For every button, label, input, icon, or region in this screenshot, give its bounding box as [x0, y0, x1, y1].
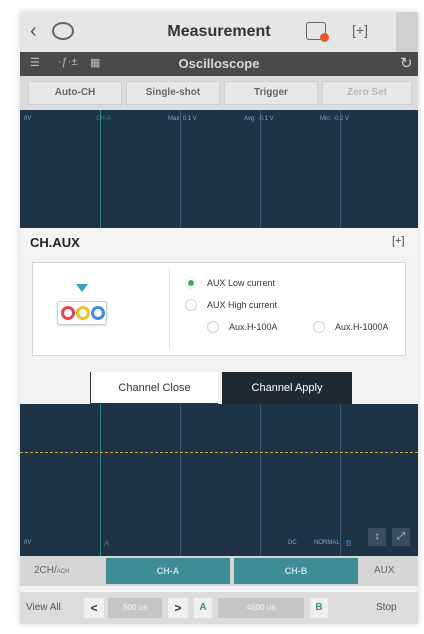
control-bar: View All < 500 us > A 4600 us B Stop: [20, 592, 418, 624]
two-channel-sub: ACH: [56, 569, 70, 575]
marker-a-line: [100, 110, 101, 228]
vci-status-icon[interactable]: [306, 22, 329, 42]
marker-b-button[interactable]: B: [310, 598, 328, 618]
scope-display-bottom: 0V A DC NORMAL B: [20, 404, 418, 556]
two-channel-main: 2CH/: [34, 565, 57, 576]
position-value: 4600 us: [218, 598, 304, 618]
panel-divider: [169, 269, 170, 349]
tab-ch-a[interactable]: CH-A: [106, 558, 230, 584]
mode-bar: Auto-CH Single-shot Trigger Zero Set: [20, 76, 418, 110]
max-readout: Max: 0.1 V: [168, 116, 197, 122]
single-shot-button[interactable]: Single-shot: [126, 81, 220, 105]
aux-low-radio[interactable]: [185, 277, 197, 289]
grid-line: [260, 404, 261, 556]
marker-a-button[interactable]: A: [194, 598, 212, 618]
red-jack-icon: [61, 306, 75, 320]
toolbar-title: Oscilloscope: [178, 56, 260, 71]
grid-line: [260, 110, 261, 228]
fullscreen-icon[interactable]: [+]: [392, 235, 405, 247]
aux-h100-radio[interactable]: [207, 321, 219, 333]
more-icon[interactable]: [396, 12, 418, 52]
grid-line: [180, 110, 181, 228]
grid-line: [340, 404, 341, 556]
min-readout: Min: -0.2 V: [320, 116, 350, 122]
selected-indicator-icon: [76, 284, 88, 292]
avg-readout: Avg: -0.1 V: [244, 116, 274, 122]
aux-low-label[interactable]: AUX Low current: [207, 278, 275, 288]
grid-line: [340, 110, 341, 228]
fullscreen-icon[interactable]: [+]: [352, 22, 368, 38]
coupling-label[interactable]: DC: [288, 540, 297, 546]
channel-bar: 2CH/ACH CH-A CH-B AUX: [20, 556, 418, 586]
vci-status-dot: [320, 33, 329, 42]
marker-b-label[interactable]: B: [346, 539, 351, 548]
dialog-title: CH.AUX: [30, 235, 80, 250]
aux-h1000-radio[interactable]: [313, 321, 325, 333]
channel-dialog-header: CH.AUX [+]: [20, 228, 418, 256]
tab-ch-b[interactable]: CH-B: [234, 558, 358, 584]
channel-label: CH-A: [96, 116, 111, 122]
next-timebase-button[interactable]: >: [168, 598, 188, 618]
aux-options-panel: AUX Low current AUX High current Aux.H-1…: [32, 262, 406, 356]
channel-apply-button[interactable]: Channel Apply: [222, 372, 352, 404]
marker-a-line: [100, 404, 101, 556]
timebase-value: 500 us: [108, 598, 162, 618]
scope-display-top: 0V CH-A Max: 0.1 V Avg: -0.1 V Min: -0.2…: [20, 110, 418, 228]
view-all-button[interactable]: View All: [26, 602, 61, 613]
stop-button[interactable]: Stop: [376, 602, 397, 613]
app-window: ‹ Measurement [+] ☰ ·ƒ·± ▦ Oscilloscope …: [20, 12, 418, 624]
scope-toolbar: ☰ ·ƒ·± ▦ Oscilloscope ↻: [20, 52, 418, 76]
probe-connector-icon: [57, 301, 107, 325]
aux-h1000-label[interactable]: Aux.H-1000A: [335, 322, 389, 332]
aux-tab[interactable]: AUX: [374, 565, 395, 576]
grid-line: [180, 404, 181, 556]
vertical-scale-icon[interactable]: ↕: [368, 528, 386, 546]
signal-trace: [20, 452, 418, 453]
blue-jack-icon: [91, 306, 105, 320]
volt-label: 0V: [24, 116, 32, 122]
zero-set-button[interactable]: Zero Set: [322, 81, 412, 105]
aux-high-label[interactable]: AUX High current: [207, 300, 277, 310]
auto-ch-button[interactable]: Auto-CH: [28, 81, 122, 105]
channel-close-button[interactable]: Channel Close: [90, 372, 218, 404]
volt-label: 0V: [24, 540, 32, 546]
aux-h100-label[interactable]: Aux.H-100A: [229, 322, 278, 332]
aux-high-radio[interactable]: [185, 299, 197, 311]
prev-timebase-button[interactable]: <: [84, 598, 104, 618]
zoom-icon[interactable]: ⤢: [392, 528, 410, 546]
refresh-icon[interactable]: ↻: [400, 54, 413, 72]
yellow-jack-icon: [76, 306, 90, 320]
app-bar: ‹ Measurement [+]: [20, 12, 418, 52]
marker-a-label[interactable]: A: [104, 539, 109, 548]
trigger-button[interactable]: Trigger: [224, 81, 318, 105]
trigger-mode-label[interactable]: NORMAL: [314, 540, 340, 546]
two-channel-toggle[interactable]: 2CH/ACH: [34, 565, 69, 576]
